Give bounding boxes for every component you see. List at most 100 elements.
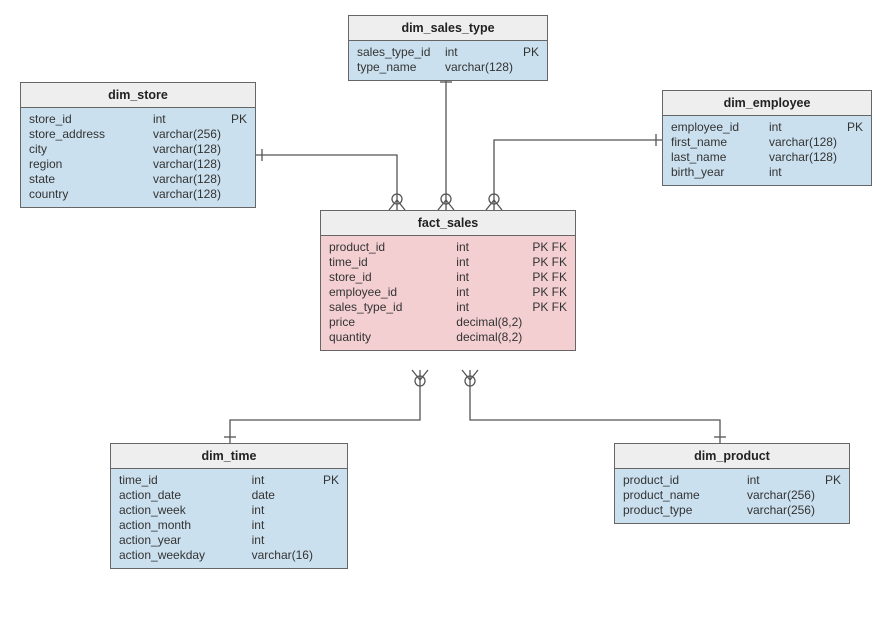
column-key: PK FK: [522, 285, 567, 299]
column-type: int: [446, 300, 522, 314]
column-key: PK FK: [522, 255, 567, 269]
entity-title: dim_time: [111, 444, 347, 469]
entity-dim-store[interactable]: dim_store store_id int PK store_address …: [20, 82, 256, 208]
column-name: city: [29, 142, 143, 156]
column-key: [313, 518, 339, 532]
column-name: state: [29, 172, 143, 186]
column-name: sales_type_id: [357, 45, 435, 59]
column-type: int: [242, 503, 313, 517]
entity-title: dim_store: [21, 83, 255, 108]
column-name: country: [29, 187, 143, 201]
column-type: int: [446, 240, 522, 254]
entity-dim-product[interactable]: dim_product product_id int PK product_na…: [614, 443, 850, 524]
entity-dim-employee[interactable]: dim_employee employee_id int PK first_na…: [662, 90, 872, 186]
entity-columns: time_id int PK action_date date action_w…: [111, 469, 347, 568]
column-key: PK: [815, 473, 841, 487]
column-key: [837, 165, 863, 179]
column-key: [837, 135, 863, 149]
column-name: action_year: [119, 533, 242, 547]
column-type: varchar(16): [242, 548, 313, 562]
er-diagram-canvas: { "entities": { "dim_sales_type": { "tit…: [0, 0, 890, 635]
column-name: store_id: [29, 112, 143, 126]
column-key: [221, 172, 247, 186]
column-key: PK FK: [522, 300, 567, 314]
column-type: varchar(128): [759, 135, 837, 149]
column-name: time_id: [119, 473, 242, 487]
column-key: [313, 503, 339, 517]
column-type: int: [446, 255, 522, 269]
column-type: decimal(8,2): [446, 330, 522, 344]
entity-title: dim_employee: [663, 91, 871, 116]
column-type: int: [435, 45, 513, 59]
column-name: price: [329, 315, 446, 329]
column-key: [313, 533, 339, 547]
column-key: [313, 548, 339, 562]
column-name: employee_id: [329, 285, 446, 299]
column-key: PK: [513, 45, 539, 59]
entity-columns: product_id int PK product_name varchar(2…: [615, 469, 849, 523]
entity-dim-time[interactable]: dim_time time_id int PK action_date date…: [110, 443, 348, 569]
column-type: int: [759, 120, 837, 134]
column-key: [522, 315, 567, 329]
column-type: int: [446, 270, 522, 284]
column-name: sales_type_id: [329, 300, 446, 314]
column-type: int: [759, 165, 837, 179]
column-type: varchar(256): [143, 127, 221, 141]
column-name: action_week: [119, 503, 242, 517]
entity-fact-sales[interactable]: fact_sales product_id int PK FK time_id …: [320, 210, 576, 351]
entity-columns: product_id int PK FK time_id int PK FK s…: [321, 236, 575, 350]
column-key: [313, 488, 339, 502]
column-type: varchar(128): [143, 187, 221, 201]
entity-title: fact_sales: [321, 211, 575, 236]
column-type: varchar(256): [737, 488, 815, 502]
column-type: varchar(256): [737, 503, 815, 517]
column-name: employee_id: [671, 120, 759, 134]
column-key: PK: [313, 473, 339, 487]
column-key: [221, 127, 247, 141]
column-type: int: [446, 285, 522, 299]
column-key: PK: [837, 120, 863, 134]
column-key: PK FK: [522, 240, 567, 254]
entity-dim-sales-type[interactable]: dim_sales_type sales_type_id int PK type…: [348, 15, 548, 81]
column-type: varchar(128): [759, 150, 837, 164]
column-name: product_name: [623, 488, 737, 502]
column-name: product_type: [623, 503, 737, 517]
column-name: time_id: [329, 255, 446, 269]
column-name: type_name: [357, 60, 435, 74]
column-name: action_month: [119, 518, 242, 532]
column-key: [815, 488, 841, 502]
column-name: first_name: [671, 135, 759, 149]
column-name: last_name: [671, 150, 759, 164]
column-key: [221, 142, 247, 156]
column-type: varchar(128): [143, 172, 221, 186]
column-type: date: [242, 488, 313, 502]
entity-title: dim_sales_type: [349, 16, 547, 41]
column-key: [513, 60, 539, 74]
column-key: [522, 330, 567, 344]
entity-title: dim_product: [615, 444, 849, 469]
column-key: [221, 187, 247, 201]
column-type: int: [242, 473, 313, 487]
column-type: varchar(128): [435, 60, 513, 74]
column-name: action_date: [119, 488, 242, 502]
column-type: varchar(128): [143, 142, 221, 156]
column-key: PK: [221, 112, 247, 126]
entity-columns: store_id int PK store_address varchar(25…: [21, 108, 255, 207]
column-name: region: [29, 157, 143, 171]
column-key: [815, 503, 841, 517]
column-name: product_id: [329, 240, 446, 254]
column-name: action_weekday: [119, 548, 242, 562]
column-name: store_id: [329, 270, 446, 284]
entity-columns: sales_type_id int PK type_name varchar(1…: [349, 41, 547, 80]
column-key: [221, 157, 247, 171]
column-name: birth_year: [671, 165, 759, 179]
column-key: PK FK: [522, 270, 567, 284]
column-name: quantity: [329, 330, 446, 344]
column-key: [837, 150, 863, 164]
column-type: int: [242, 518, 313, 532]
column-type: int: [737, 473, 815, 487]
column-type: decimal(8,2): [446, 315, 522, 329]
column-type: int: [242, 533, 313, 547]
column-type: varchar(128): [143, 157, 221, 171]
column-name: store_address: [29, 127, 143, 141]
